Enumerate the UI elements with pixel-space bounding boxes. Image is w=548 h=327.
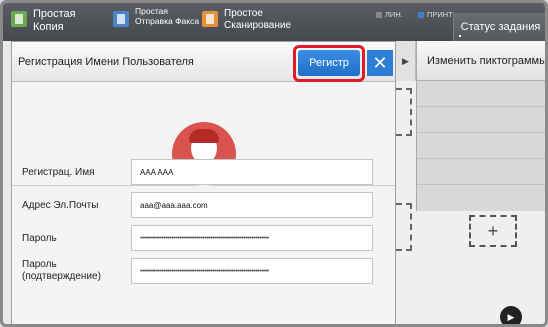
avatar-hair <box>189 129 219 143</box>
action-panel-row[interactable] <box>417 107 545 133</box>
plus-icon: + <box>487 221 499 241</box>
add-shortcut-button[interactable]: + <box>469 215 517 247</box>
field-label: Пароль <box>22 233 57 244</box>
change-icons-item[interactable]: Изменить пиктограммы <box>417 41 548 81</box>
expand-panel-button[interactable]: ▶ <box>396 41 416 81</box>
print-indicator-label: ПРИНТ <box>427 10 453 19</box>
email-field[interactable]: aaa@aaa.aaa.com <box>131 192 373 218</box>
simple-scan-label: Простое Сканирование <box>224 8 292 31</box>
job-status-button[interactable]: Статус задания <box>453 13 545 41</box>
print-indicator: ПРИНТ <box>418 10 453 19</box>
line-indicator: ЛИН. <box>376 10 403 19</box>
dialog-title: Регистрация Имени Пользователя <box>18 56 194 68</box>
action-panel: Изменить пиктограммы <box>416 41 548 211</box>
action-panel-row[interactable] <box>417 159 545 185</box>
close-button[interactable]: ✕ <box>367 50 393 76</box>
password-field[interactable]: ••••••••••••••••••••••••••••••••••••••••… <box>131 225 373 251</box>
scan-icon <box>202 11 218 27</box>
shortcut-slot-placeholder <box>396 203 412 251</box>
action-panel-row[interactable] <box>417 185 545 211</box>
close-icon: ✕ <box>372 53 388 73</box>
line-indicator-label: ЛИН. <box>385 10 403 19</box>
simple-copy-shortcut[interactable]: Простая Копия <box>11 3 76 33</box>
screen-frame: Простая Копия Простая Отправка Факса Про… <box>0 0 548 327</box>
action-panel-row[interactable] <box>417 133 545 159</box>
top-bar: Простая Копия Простая Отправка Факса Про… <box>3 3 545 41</box>
simple-fax-shortcut[interactable]: Простая Отправка Факса <box>113 3 199 27</box>
name-field[interactable]: AAA AAA <box>131 159 373 185</box>
job-status-label: Статус задания <box>460 21 541 33</box>
simple-fax-label: Простая Отправка Факса <box>135 6 200 26</box>
form-row-password: Пароль •••••••••••••••••••••••••••••••••… <box>12 223 395 255</box>
line-status-icon <box>376 11 382 18</box>
form-row-password-confirm: Пароль (подтверждение) •••••••••••••••••… <box>12 256 395 296</box>
action-panel-row[interactable] <box>417 81 545 107</box>
shortcut-slot-placeholder <box>396 88 412 136</box>
simple-scan-shortcut[interactable]: Простое Сканирование <box>202 3 291 31</box>
field-label: Пароль (подтверждение) <box>22 259 101 282</box>
play-icon: ▶ <box>507 312 515 322</box>
copy-icon <box>11 11 27 27</box>
simple-copy-label: Простая Копия <box>33 8 76 33</box>
dot-icon <box>459 35 461 37</box>
next-page-button[interactable]: ▶ <box>500 306 522 324</box>
password-confirm-field[interactable]: ••••••••••••••••••••••••••••••••••••••••… <box>131 258 373 284</box>
form-row-name: Регистрац. Имя AAA AAA <box>12 157 395 189</box>
fax-icon <box>113 11 129 27</box>
expand-arrow-icon: ▶ <box>402 55 409 66</box>
field-label: Регистрац. Имя <box>22 167 95 178</box>
dialog-header: Регистрация Имени Пользователя Регистр ✕ <box>12 42 395 82</box>
user-registration-dialog: Регистрация Имени Пользователя Регистр ✕… <box>11 41 396 324</box>
register-button-highlight <box>293 45 365 82</box>
form-row-email: Адрес Эл.Почты aaa@aaa.aaa.com <box>12 190 395 222</box>
change-icons-label: Изменить пиктограммы <box>427 54 548 67</box>
print-status-icon <box>418 11 424 18</box>
field-label: Адрес Эл.Почты <box>22 200 99 211</box>
